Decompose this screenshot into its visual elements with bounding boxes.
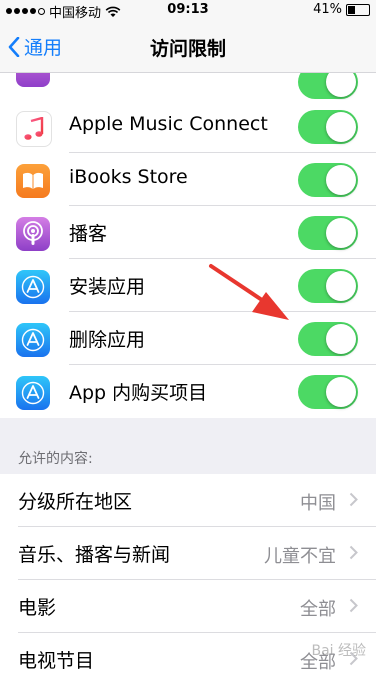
battery-status: 41%	[313, 2, 370, 17]
row-value: 儿童不宜	[264, 546, 336, 567]
navigation-bar: 通用 访问限制	[0, 20, 376, 73]
app-store-icon	[16, 270, 50, 304]
app-store-icon	[16, 376, 50, 410]
toggle-podcasts[interactable]	[298, 216, 358, 250]
toggle-ibooks-store[interactable]	[298, 163, 358, 197]
row-label: iBooks Store	[69, 166, 188, 188]
battery-percent: 41%	[313, 2, 342, 17]
row-label: Apple Music Connect	[69, 113, 268, 135]
row-value: 全部	[300, 599, 336, 620]
chevron-right-icon	[349, 492, 358, 507]
app-icon-partial	[16, 73, 50, 87]
book-icon	[16, 164, 50, 198]
podcast-icon	[16, 217, 50, 251]
list-item-delete-apps: 删除应用	[0, 312, 376, 365]
app-store-icon	[16, 323, 50, 357]
list-item-partial	[0, 73, 376, 100]
row-label: 分级所在地区	[18, 491, 133, 513]
list-item-install-apps: 安装应用	[0, 259, 376, 312]
row-value: 中国	[300, 493, 336, 514]
list-item-ratings-region[interactable]: 分级所在地区 中国	[0, 474, 376, 527]
row-label: 播客	[69, 223, 108, 245]
section-header-allowed-content: 允许的内容:	[18, 451, 93, 467]
row-label: App 内购买项目	[69, 382, 208, 404]
toggle-apple-music-connect[interactable]	[298, 110, 358, 144]
list-item-podcasts: 播客	[0, 206, 376, 259]
app-restrictions-list: Apple Music Connect iBooks Store 播客 安装应用…	[0, 73, 376, 418]
list-item-in-app-purchases: App 内购买项目	[0, 365, 376, 418]
row-label: 音乐、播客与新闻	[18, 544, 171, 566]
chevron-right-icon	[349, 598, 358, 613]
music-icon	[16, 111, 52, 147]
toggle-delete-apps[interactable]	[298, 322, 358, 356]
row-label: 删除应用	[69, 329, 146, 351]
row-label: 安装应用	[69, 276, 146, 298]
row-label: 电视节目	[18, 650, 95, 672]
toggle-install-apps[interactable]	[298, 269, 358, 303]
toggle-in-app-purchases[interactable]	[298, 375, 358, 409]
chevron-right-icon	[349, 545, 358, 560]
list-item-apple-music-connect: Apple Music Connect	[0, 100, 376, 153]
battery-icon	[346, 3, 370, 16]
list-item-ibooks-store: iBooks Store	[0, 153, 376, 206]
row-label: 电影	[18, 597, 57, 619]
toggle-switch-partial[interactable]	[298, 73, 358, 99]
status-bar: 中国移动 09:13 41%	[0, 0, 376, 21]
list-item-music-podcasts-news[interactable]: 音乐、播客与新闻 儿童不宜	[0, 527, 376, 580]
page-title: 访问限制	[149, 38, 226, 60]
watermark: Bai 经验	[311, 643, 366, 659]
list-item-movies[interactable]: 电影 全部	[0, 580, 376, 633]
